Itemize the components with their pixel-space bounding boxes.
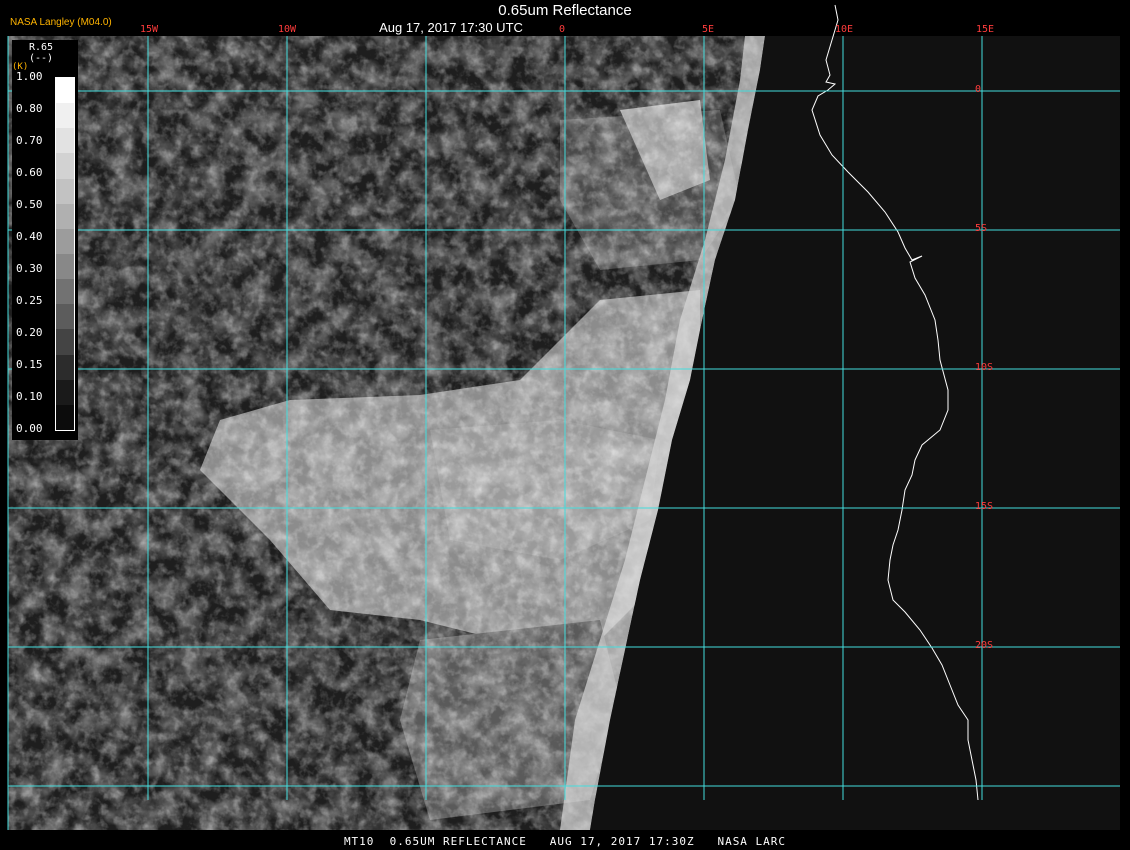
legend-tick-label: 0.60 <box>16 166 43 179</box>
legend-tick-label: 0.50 <box>16 198 43 211</box>
latitude-label-0: 0 <box>975 84 982 95</box>
legend-color-step <box>56 279 74 305</box>
longitude-label-15e: 15E <box>976 24 995 35</box>
legend-tick-label: 0.70 <box>16 134 43 147</box>
longitude-label-0: 0 <box>559 24 566 35</box>
latitude-label-5s: 5S <box>975 223 988 234</box>
legend-tick-label: 0.80 <box>16 102 43 115</box>
legend-color-step <box>56 178 74 204</box>
legend-color-step <box>56 153 74 179</box>
legend-color-step <box>56 103 74 129</box>
satellite-image-frame: NASA Langley (M04.0) 0.65um Reflectance … <box>0 0 1130 850</box>
legend-color-step <box>56 253 74 280</box>
longitude-label-15w: 15W <box>140 24 159 35</box>
legend-title: R.65 <box>28 42 54 53</box>
longitude-label-5e: 5E <box>702 24 715 35</box>
product-title: 0.65um Reflectance <box>498 2 632 19</box>
color-legend: R.65 (--) (K) 1.00 0.80 0.70 0.60 0.50 0.40 0.… <box>12 40 78 440</box>
legend-tick-label: 0.00 <box>16 422 43 435</box>
latitude-label-10s: 10S <box>975 362 994 373</box>
longitude-label-10w: 10W <box>278 24 297 35</box>
latitude-label-15s: 15S <box>975 501 994 512</box>
legend-tick-label: 0.15 <box>16 358 43 371</box>
legend-color-step <box>56 228 74 254</box>
legend-tick-label: 0.40 <box>16 230 43 243</box>
legend-tick-label: 0.30 <box>16 262 43 275</box>
legend-tick-label: 1.00 <box>16 70 43 83</box>
legend-tick-label: 0.10 <box>16 390 43 403</box>
legend-color-step <box>56 404 74 430</box>
legend-color-step <box>56 329 74 355</box>
legend-tick-labels: 1.00 0.80 0.70 0.60 0.50 0.40 0.30 0.25 0.20 0.15… <box>12 70 52 435</box>
legend-color-step <box>56 203 74 229</box>
reflectance-map <box>7 4 1120 830</box>
legend-color-step <box>56 354 74 380</box>
legend-color-step <box>56 379 74 405</box>
legend-color-bar <box>55 77 75 431</box>
legend-color-step <box>56 128 74 154</box>
legend-tick-label: 0.25 <box>16 294 43 307</box>
legend-tick-label: 0.20 <box>16 326 43 339</box>
latitude-label-20s: 20S <box>975 640 994 651</box>
legend-color-step <box>56 304 74 330</box>
footer-caption: MT10 0.65UM REFLECTANCE AUG 17, 2017 17:… <box>343 835 787 848</box>
legend-color-step <box>56 78 74 104</box>
longitude-label-10e: 10E <box>835 24 854 35</box>
